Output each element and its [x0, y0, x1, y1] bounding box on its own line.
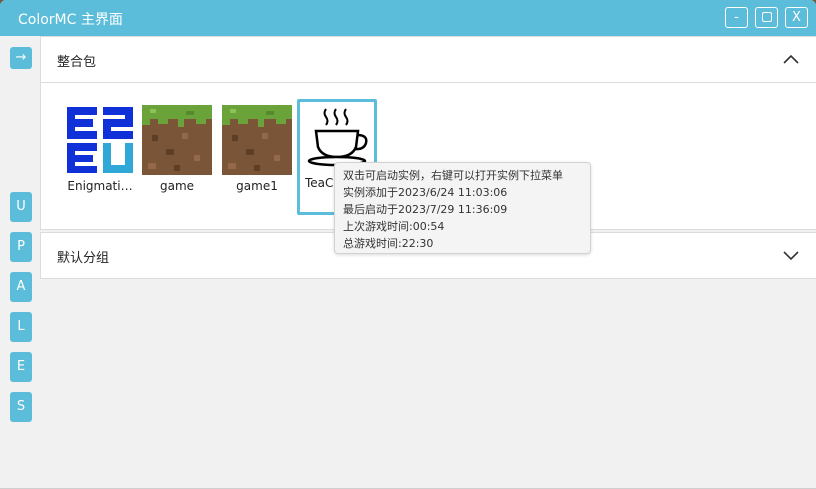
- sidebar-item-l[interactable]: L: [10, 312, 32, 342]
- e2e-logo-icon: [65, 105, 135, 175]
- chevron-down-icon[interactable]: [782, 248, 800, 262]
- sidebar-item-u[interactable]: U: [10, 192, 32, 222]
- title-bar[interactable]: ColorMC 主界面 - X: [0, 0, 816, 36]
- main-window: ColorMC 主界面 - X → U P A L E S 整合包 Enigma…: [0, 0, 816, 489]
- maximize-button[interactable]: [755, 7, 778, 28]
- close-button[interactable]: X: [785, 7, 808, 28]
- instance-item[interactable]: game: [138, 103, 216, 213]
- sidebar-item-p[interactable]: P: [10, 232, 32, 262]
- close-icon: X: [792, 10, 801, 25]
- sidebar-item-a[interactable]: A: [10, 272, 32, 302]
- arrow-right-icon: →: [15, 50, 27, 65]
- sidebar-item-e[interactable]: E: [10, 352, 32, 382]
- grass-block-icon: [222, 105, 292, 175]
- instance-label: game: [159, 179, 195, 193]
- group-header-modpacks[interactable]: 整合包: [41, 37, 816, 83]
- tooltip-last-launch: 最后启动于2023/7/29 11:36:09: [343, 203, 508, 216]
- instance-tooltip: 双击可启动实例，右键可以打开实例下拉菜单 实例添加于2023/6/24 11:0…: [334, 162, 591, 254]
- instance-label: Enigmati…: [67, 179, 133, 193]
- minimize-icon: -: [734, 10, 739, 25]
- maximize-icon: [762, 12, 772, 22]
- minimize-button[interactable]: -: [725, 7, 748, 28]
- group-title: 默认分组: [57, 251, 110, 266]
- chevron-up-icon[interactable]: [782, 52, 800, 66]
- tooltip-total-play: 总游戏时间:22:30: [343, 237, 434, 250]
- window-title: ColorMC 主界面: [18, 12, 123, 28]
- group-title: 整合包: [57, 55, 97, 70]
- instance-label: game1: [236, 179, 278, 193]
- sidebar-item-s[interactable]: S: [10, 392, 32, 422]
- tooltip-hint: 双击可启动实例，右键可以打开实例下拉菜单: [343, 169, 563, 182]
- grass-block-icon: [142, 105, 212, 175]
- tooltip-last-play: 上次游戏时间:00:54: [343, 220, 445, 233]
- instance-item[interactable]: Enigmati…: [61, 103, 139, 213]
- sidebar-toggle-button[interactable]: →: [10, 47, 32, 69]
- tooltip-added: 实例添加于2023/6/24 11:03:06: [343, 186, 508, 199]
- instance-item[interactable]: game1: [218, 103, 296, 213]
